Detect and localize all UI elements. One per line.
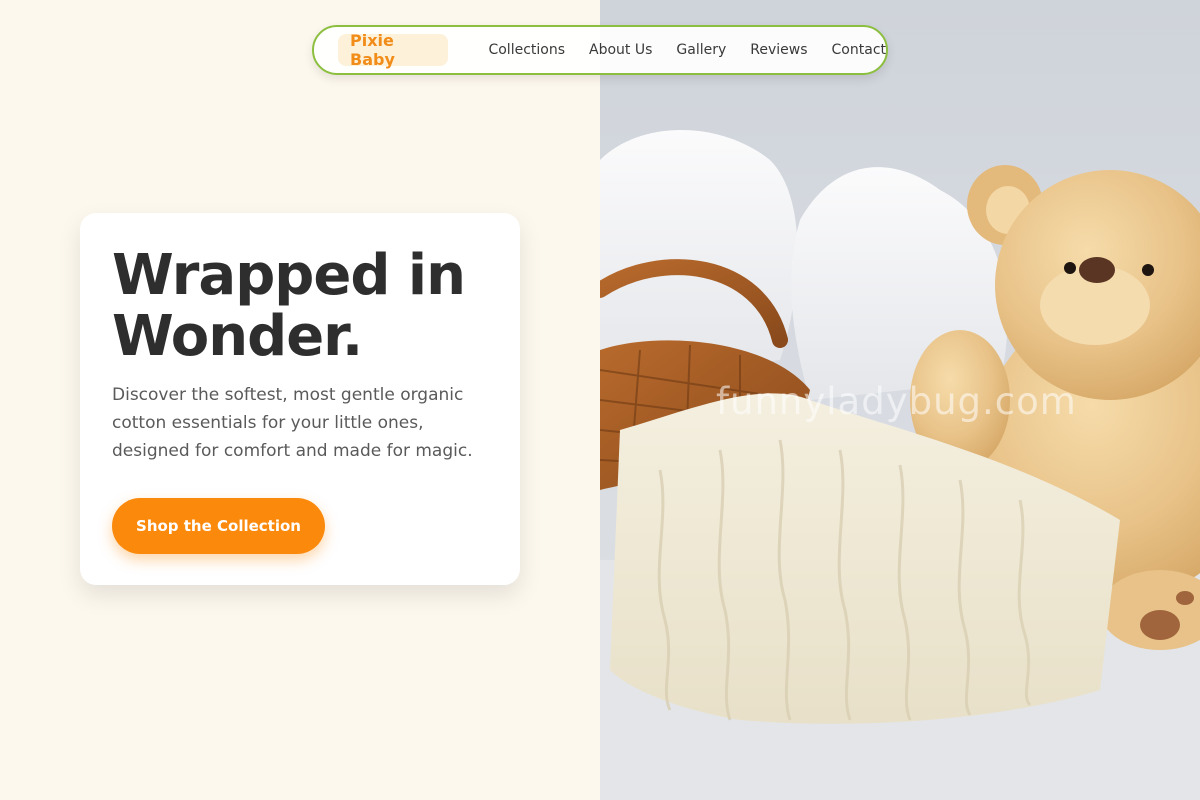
nav-link-gallery[interactable]: Gallery <box>676 42 726 58</box>
bear-eye-right <box>1142 264 1154 276</box>
bear-eye-left <box>1064 262 1076 274</box>
hero-title: Wrapped in Wonder. <box>112 243 466 369</box>
bear-nose <box>1079 257 1115 283</box>
nav-link-contact[interactable]: Contact <box>832 42 886 58</box>
shop-collection-button[interactable]: Shop the Collection <box>112 498 325 554</box>
image-watermark: funnyladybug.com <box>716 380 1077 423</box>
nav-links: Collections About Us Gallery Reviews Con… <box>488 42 886 58</box>
hero-description: Discover the softest, most gentle organi… <box>112 385 473 461</box>
brand-logo[interactable]: Pixie Baby <box>338 31 449 69</box>
hero-card: Wrapped in Wonder. Discover the softest,… <box>80 213 520 585</box>
hero-photo: funnyladybug.com <box>600 0 1200 800</box>
landing-page: funnyladybug.com Pixie Baby Collections … <box>0 0 1200 800</box>
nav-link-reviews[interactable]: Reviews <box>750 42 807 58</box>
top-navigation: Pixie Baby Collections About Us Gallery … <box>312 25 888 75</box>
nav-link-collections[interactable]: Collections <box>488 42 565 58</box>
nav-link-about-us[interactable]: About Us <box>589 42 652 58</box>
